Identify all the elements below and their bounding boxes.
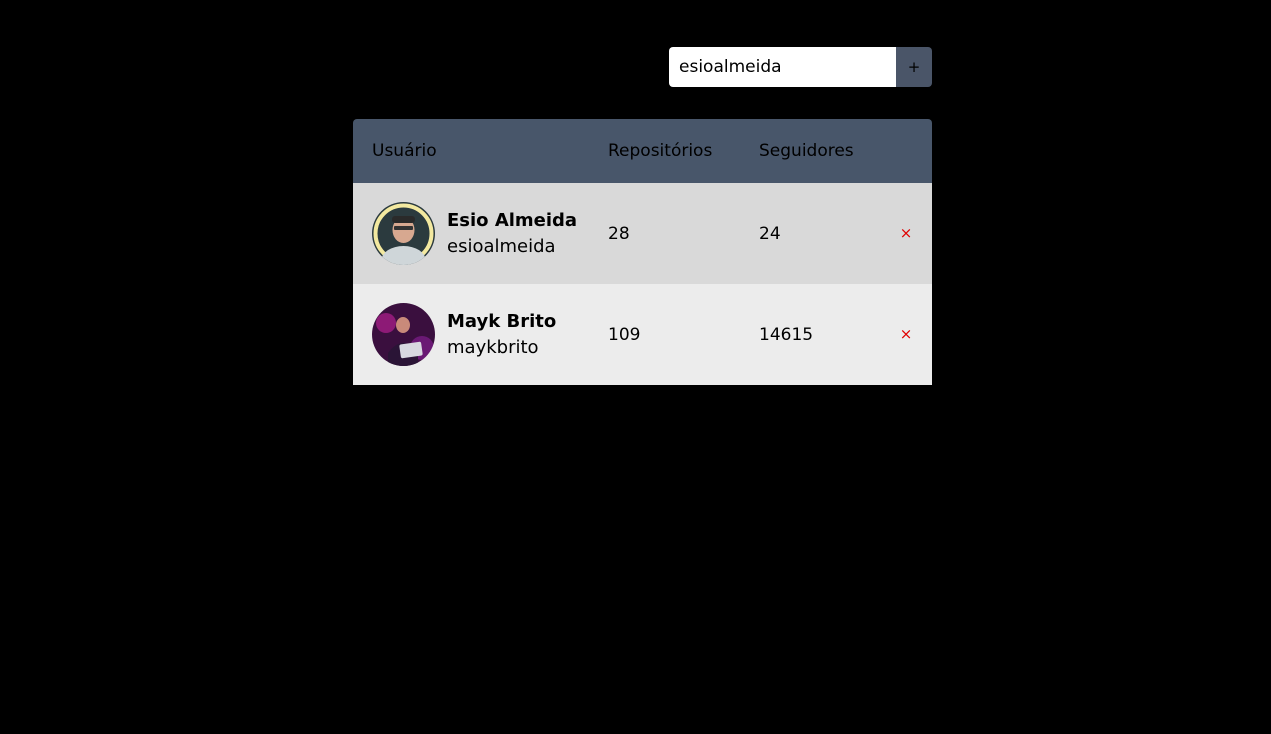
table-row: Esio Almeida esioalmeida 28 24 × bbox=[353, 183, 932, 284]
users-table: Usuário Repositórios Seguidores Esio Alm… bbox=[353, 119, 932, 385]
remove-button[interactable]: × bbox=[898, 325, 914, 343]
followers-count: 24 bbox=[759, 224, 781, 244]
user-name: Mayk Brito bbox=[447, 311, 557, 332]
search-bar: + bbox=[669, 47, 932, 87]
table-header: Usuário Repositórios Seguidores bbox=[353, 119, 932, 183]
column-header-followers: Seguidores bbox=[759, 141, 854, 161]
column-header-repositories: Repositórios bbox=[608, 141, 713, 161]
followers-count: 14615 bbox=[759, 325, 814, 345]
search-input[interactable] bbox=[669, 47, 896, 87]
table-row: Mayk Brito maykbrito 109 14615 × bbox=[353, 284, 932, 385]
avatar bbox=[372, 202, 435, 265]
avatar bbox=[372, 303, 435, 366]
remove-button[interactable]: × bbox=[898, 224, 914, 242]
user-name: Esio Almeida bbox=[447, 210, 578, 231]
column-header-user: Usuário bbox=[372, 141, 437, 161]
user-login: maykbrito bbox=[447, 337, 539, 358]
add-button[interactable]: + bbox=[896, 47, 932, 87]
user-login: esioalmeida bbox=[447, 236, 556, 257]
repositories-count: 109 bbox=[608, 325, 641, 345]
repositories-count: 28 bbox=[608, 224, 630, 244]
